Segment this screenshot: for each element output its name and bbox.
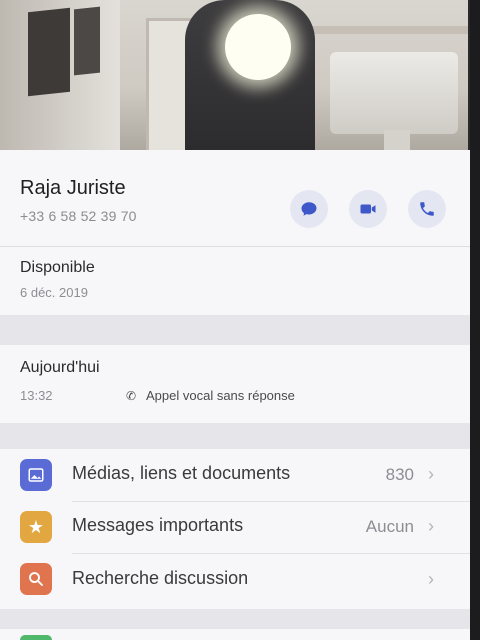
- partial-row-icon: [20, 635, 52, 640]
- section-gap: [0, 609, 470, 629]
- photo-computer: [330, 52, 458, 134]
- search-chat-label: Recherche discussion: [72, 568, 249, 588]
- chevron-right-icon: ›: [428, 464, 434, 484]
- call-history-section: Aujourd'hui 13:32 ✆ Appel vocal sans rép…: [0, 345, 470, 423]
- photo-frame: [74, 6, 100, 76]
- media-count: 830: [385, 465, 414, 484]
- search-chat-row[interactable]: Recherche discussion ›: [0, 554, 470, 606]
- section-gap: [0, 423, 470, 449]
- status-label: Disponible: [20, 259, 95, 276]
- section-gap: [0, 315, 470, 345]
- starred-messages-label: Messages importants: [72, 515, 244, 535]
- call-description: Appel vocal sans réponse: [146, 388, 295, 403]
- contact-info-sheet: Raja Juriste +33 6 58 52 39 70 Disponibl…: [0, 150, 470, 640]
- contact-photo[interactable]: [0, 0, 480, 160]
- phone-icon: [420, 202, 434, 216]
- contact-phone[interactable]: +33 6 58 52 39 70: [20, 208, 137, 224]
- photo-shelf: [300, 26, 480, 34]
- starred-messages-row[interactable]: ★ Messages importants Aucun ›: [0, 502, 470, 553]
- chevron-right-icon: ›: [428, 569, 434, 589]
- chevron-right-icon: ›: [428, 516, 434, 536]
- photo-icon: [20, 459, 52, 491]
- photo-frame: [28, 7, 70, 97]
- status-date: 6 déc. 2019: [20, 285, 88, 300]
- call-history-day: Aujourd'hui: [20, 359, 100, 376]
- options-list: Médias, liens et documents 830 › ★ Messa…: [0, 449, 470, 609]
- search-icon: [20, 563, 52, 595]
- contact-name: Raja Juriste: [20, 177, 126, 199]
- status-section: Disponible 6 déc. 2019: [0, 247, 470, 315]
- screen-edge: [470, 0, 480, 640]
- star-icon: ★: [20, 511, 52, 543]
- media-links-docs-label: Médias, liens et documents: [72, 463, 291, 483]
- call-time: 13:32: [20, 388, 53, 403]
- photo-face-blur: [225, 14, 291, 80]
- starred-messages-value: Aucun: [365, 517, 414, 536]
- voice-call-button[interactable]: [408, 190, 446, 228]
- video-camera-icon: [360, 204, 376, 214]
- phone-small-icon: ✆: [126, 389, 137, 403]
- message-button[interactable]: [290, 190, 328, 228]
- contact-header: Raja Juriste +33 6 58 52 39 70: [0, 150, 470, 246]
- next-section-partial: [0, 629, 470, 640]
- video-call-button[interactable]: [349, 190, 387, 228]
- media-links-docs-row[interactable]: Médias, liens et documents 830 ›: [0, 449, 470, 501]
- chat-bubble-icon: [301, 202, 317, 216]
